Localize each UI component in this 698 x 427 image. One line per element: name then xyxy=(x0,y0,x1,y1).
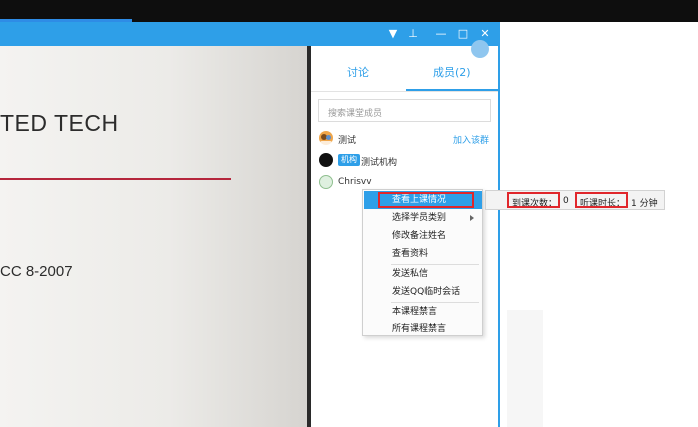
menu-item-send-message[interactable]: 发送私信 xyxy=(364,265,482,283)
member-row-test[interactable]: 测试 加入该群 xyxy=(319,130,497,148)
top-dark-bar xyxy=(0,0,698,22)
presentation-slide xyxy=(0,46,307,427)
member-search-input[interactable]: 搜索课堂成员 xyxy=(318,99,491,122)
menu-item-edit-remark[interactable]: 修改备注姓名 xyxy=(364,227,482,245)
pin-icon[interactable]: ⊥ xyxy=(404,25,422,43)
member-name: 测试机构 xyxy=(361,158,398,168)
background-block xyxy=(507,310,543,427)
highlight-box-menu xyxy=(378,192,474,208)
menu-item-mute-course[interactable]: 本课程禁言 xyxy=(364,303,482,321)
menu-item-qq-chat[interactable]: 发送QQ临时会话 xyxy=(364,283,482,301)
highlight-box-duration xyxy=(575,192,628,208)
group-avatar-icon xyxy=(319,131,333,146)
menu-item-mute-all[interactable]: 所有课程禁言 xyxy=(364,320,482,338)
menu-item-student-category[interactable]: 选择学员类别 xyxy=(364,209,482,227)
member-name: Chrisvv xyxy=(338,177,372,187)
listen-duration-value: 1 分钟 xyxy=(631,199,658,209)
org-avatar-icon xyxy=(319,153,333,167)
minimize-icon[interactable]: — xyxy=(432,25,450,43)
join-group-link[interactable]: 加入该群 xyxy=(453,133,489,146)
panel-tabs: 讨论 成员(2) xyxy=(311,46,498,92)
submenu-arrow-icon xyxy=(470,215,474,221)
tab-members[interactable]: 成员(2) xyxy=(433,64,471,80)
dropdown-icon[interactable]: ▼ xyxy=(384,25,402,43)
org-badge: 机构 xyxy=(338,154,360,166)
highlight-box-attendance xyxy=(507,192,560,208)
slide-divider xyxy=(0,178,231,180)
slide-title: TED TECH xyxy=(0,110,119,136)
tab-discussion[interactable]: 讨论 xyxy=(347,64,369,80)
tab-divider xyxy=(311,91,498,92)
maximize-icon[interactable]: □ xyxy=(454,25,472,43)
slide-subtitle: CC 8-2007 xyxy=(0,263,73,280)
menu-item-label: 选择学员类别 xyxy=(392,213,447,223)
menu-item-view-profile[interactable]: 查看资料 xyxy=(364,245,482,263)
window-titlebar: ▼ ⊥ — □ ✕ xyxy=(0,22,498,46)
panel-border xyxy=(498,22,500,427)
user-avatar-icon xyxy=(319,175,333,189)
member-name: 测试 xyxy=(338,136,357,146)
attendance-count-value: 0 xyxy=(563,196,569,206)
search-placeholder: 搜索课堂成员 xyxy=(328,109,383,119)
member-row-org[interactable]: 机构 测试机构 xyxy=(319,152,497,170)
member-context-menu: 查看上课情况 选择学员类别 修改备注姓名 查看资料 发送私信 发送QQ临时会话 … xyxy=(362,189,483,336)
